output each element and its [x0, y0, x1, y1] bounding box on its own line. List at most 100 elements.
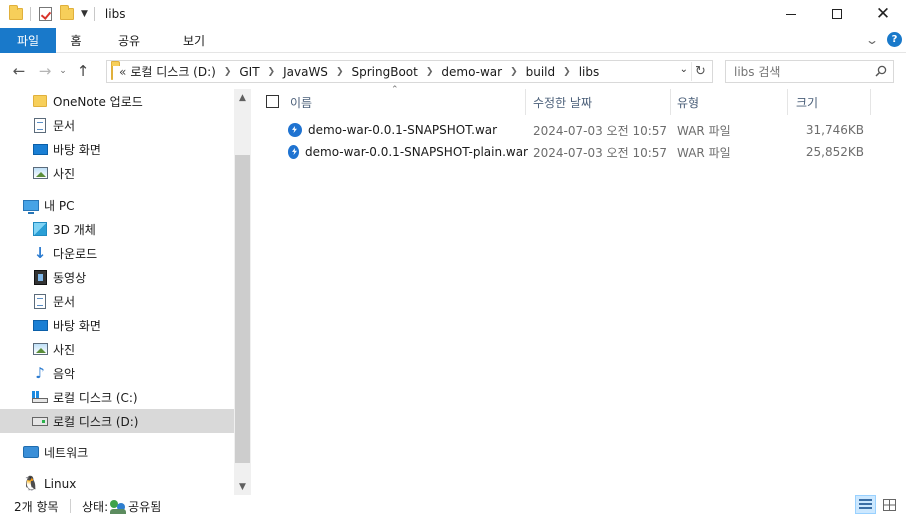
nav-item-label: 사진 — [53, 342, 76, 357]
minimize-button[interactable] — [768, 0, 814, 28]
scrollbar-thumb[interactable] — [235, 155, 250, 463]
chevron-right-icon[interactable]: ❯ — [563, 67, 571, 77]
expand-ribbon-chevron-icon[interactable]: ⌄ — [865, 33, 879, 47]
column-header-name[interactable]: 이름 — [290, 89, 526, 115]
nav-item-label: 3D 개체 — [53, 222, 96, 237]
tab-home[interactable]: 홈 — [57, 28, 95, 53]
forward-button[interactable]: → — [34, 60, 56, 82]
toolbar-divider — [30, 7, 31, 21]
breadcrumb-item[interactable]: GIT — [239, 65, 259, 79]
nav-scrollbar[interactable]: ▲ ▼ — [234, 89, 251, 495]
up-button[interactable]: ↑ — [72, 60, 94, 82]
minimize-icon — [786, 13, 796, 15]
drive-icon — [32, 413, 48, 429]
column-header-modified[interactable]: 수정한 날짜 — [533, 89, 669, 115]
folder-icon[interactable] — [8, 5, 24, 22]
column-header-type[interactable]: 유형 — [677, 89, 787, 115]
nav-item-drive-c[interactable]: 로컬 디스크 (C:) — [0, 385, 234, 409]
breadcrumb-item[interactable]: demo-war — [441, 65, 502, 79]
file-name-cell[interactable]: demo-war-0.0.1-SNAPSHOT.war — [288, 119, 528, 141]
back-button[interactable]: ← — [8, 60, 30, 82]
nav-item-pictures[interactable]: 사진 — [0, 161, 234, 185]
nav-item-pictures[interactable]: 사진 — [0, 337, 234, 361]
drive-c-icon — [32, 389, 48, 405]
address-history-chevron-icon[interactable]: ⌄ — [680, 64, 688, 75]
recent-locations-button[interactable]: ⌄ — [56, 60, 70, 82]
nav-item-desktop[interactable]: 바탕 화면 — [0, 137, 234, 161]
customize-toolbar-dropdown-icon[interactable]: ▼ — [81, 9, 88, 19]
nav-item-drive-d[interactable]: 로컬 디스크 (D:) — [0, 409, 234, 433]
breadcrumb-item[interactable]: SpringBoot — [351, 65, 417, 79]
nav-item-label: 문서 — [53, 294, 76, 309]
file-size: 31,746KB — [805, 123, 864, 137]
toolbar-divider — [93, 7, 95, 21]
breadcrumb-item[interactable]: 로컬 디스크 (D:) — [130, 63, 215, 80]
chevron-right-icon[interactable]: ❯ — [510, 67, 518, 77]
nav-item-music[interactable]: ♪ 음악 — [0, 361, 234, 385]
close-icon: ✕ — [875, 3, 891, 24]
nav-item-label: 동영상 — [53, 270, 87, 285]
nav-item-label: 음악 — [53, 366, 76, 381]
nav-item-videos[interactable]: 동영상 — [0, 265, 234, 289]
ribbon-tabs: 파일 홈 공유 보기 ⌄ ? — [0, 28, 906, 53]
refresh-icon[interactable]: ↻ — [691, 62, 709, 81]
search-input[interactable] — [734, 64, 864, 79]
tab-file[interactable]: 파일 — [0, 28, 56, 53]
share-status-value: 공유됨 — [128, 500, 162, 514]
share-status: 상태: 공유됨 — [82, 498, 161, 515]
chevron-down-icon: ⌄ — [59, 66, 67, 76]
nav-item-this-pc[interactable]: 내 PC — [0, 193, 234, 217]
details-view-button[interactable] — [855, 495, 876, 514]
tab-share[interactable]: 공유 — [102, 28, 156, 53]
help-icon[interactable]: ? — [887, 32, 902, 47]
nav-item-onenote-upload[interactable]: OneNote 업로드 — [0, 89, 234, 113]
nav-item-linux[interactable]: 🐧 Linux — [0, 472, 234, 496]
search-box[interactable] — [725, 60, 894, 83]
documents-icon — [32, 117, 48, 133]
maximize-icon — [832, 9, 842, 19]
chevron-right-icon[interactable]: ❯ — [268, 67, 276, 77]
column-divider[interactable] — [670, 89, 671, 115]
nav-item-label: 내 PC — [44, 198, 75, 213]
tab-view[interactable]: 보기 — [170, 28, 218, 53]
select-all-checkbox[interactable] — [266, 95, 279, 108]
breadcrumb-item[interactable]: libs — [579, 65, 600, 79]
breadcrumb-item[interactable]: JavaWS — [283, 65, 328, 79]
column-divider[interactable] — [787, 89, 788, 115]
navigation-pane: OneNote 업로드 문서 바탕 화면 사진 내 PC 3D 개체 ↓ 다운로… — [0, 89, 252, 495]
nav-item-documents[interactable]: 문서 — [0, 113, 234, 137]
chevron-right-icon[interactable]: ❯ — [426, 67, 434, 77]
properties-icon[interactable] — [37, 6, 53, 22]
search-icon[interactable] — [875, 65, 887, 77]
scroll-down-icon[interactable]: ▼ — [234, 478, 251, 495]
file-list: ⌃ 이름 수정한 날짜 유형 크기 demo-war-0.0.1-SNAPSHO… — [252, 85, 906, 495]
nav-item-3d-objects[interactable]: 3D 개체 — [0, 217, 234, 241]
shared-users-icon — [110, 499, 127, 514]
close-button[interactable]: ✕ — [860, 0, 906, 28]
nav-item-network[interactable]: 네트워크 — [0, 440, 234, 464]
scroll-up-icon[interactable]: ▲ — [234, 89, 251, 106]
status-bar: 2개 항목 상태: 공유됨 — [0, 495, 906, 517]
file-row[interactable]: demo-war-0.0.1-SNAPSHOT.war 2024-07-03 오… — [282, 119, 872, 141]
nav-item-downloads[interactable]: ↓ 다운로드 — [0, 241, 234, 265]
maximize-button[interactable] — [814, 0, 860, 28]
arrow-left-icon: ← — [12, 62, 26, 80]
nav-item-desktop[interactable]: 바탕 화면 — [0, 313, 234, 337]
column-divider[interactable] — [870, 89, 871, 115]
column-divider[interactable] — [525, 89, 526, 115]
chevron-right-icon[interactable]: ❯ — [336, 67, 344, 77]
arrow-right-icon: → — [38, 62, 52, 80]
large-icons-view-button[interactable] — [879, 495, 900, 514]
new-folder-icon[interactable] — [59, 5, 75, 22]
breadcrumb-item[interactable]: build — [526, 65, 556, 79]
war-file-icon — [288, 123, 302, 137]
folder-icon — [32, 93, 48, 109]
nav-item-documents[interactable]: 문서 — [0, 289, 234, 313]
file-row[interactable]: demo-war-0.0.1-SNAPSHOT-plain.war 2024-0… — [282, 141, 872, 163]
file-name-cell[interactable]: demo-war-0.0.1-SNAPSHOT-plain.war — [288, 141, 528, 163]
nav-item-label: 바탕 화면 — [53, 142, 101, 157]
column-header-size[interactable]: 크기 — [796, 89, 868, 115]
address-bar[interactable]: « 로컬 디스크 (D:) ❯ GIT ❯ JavaWS ❯ SpringBoo… — [106, 60, 713, 83]
chevron-right-icon[interactable]: ❯ — [224, 67, 232, 77]
breadcrumb-overflow[interactable]: « — [119, 65, 126, 79]
